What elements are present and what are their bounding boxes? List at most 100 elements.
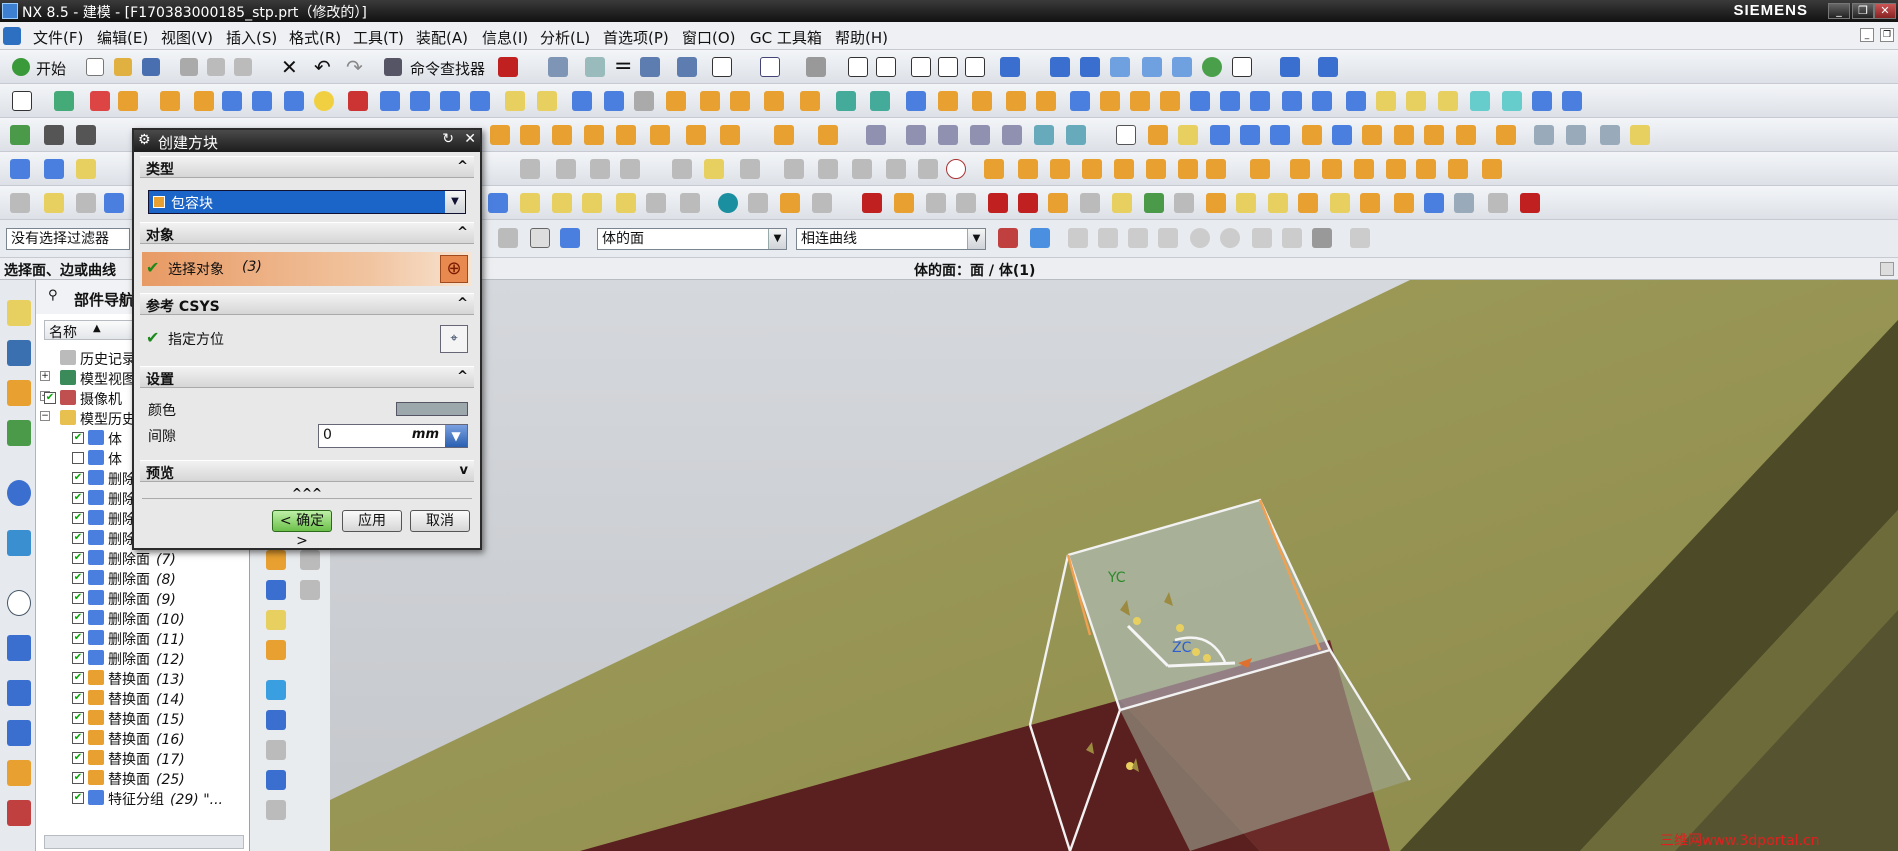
circle-icon[interactable]: [946, 159, 966, 179]
toolbar-icon[interactable]: [266, 580, 286, 600]
toolbar-icon[interactable]: [1438, 91, 1458, 111]
csys-icon[interactable]: ⌖: [440, 325, 468, 353]
snap-icon[interactable]: [1190, 228, 1210, 248]
save-icon[interactable]: [142, 58, 160, 76]
toolbar-icon[interactable]: [585, 57, 605, 77]
equal-icon[interactable]: =: [614, 54, 632, 79]
select-icon[interactable]: [1030, 228, 1050, 248]
menu-window[interactable]: 窗口(O): [682, 27, 736, 48]
toolbar-icon[interactable]: [1482, 159, 1502, 179]
toolbar-icon[interactable]: [76, 125, 96, 145]
toolbar-icon[interactable]: [1270, 125, 1290, 145]
snap-icon[interactable]: [1312, 228, 1332, 248]
toolbar-icon[interactable]: [1202, 57, 1222, 77]
toolbar-icon[interactable]: [1362, 125, 1382, 145]
constraint-navigator-icon[interactable]: [7, 340, 31, 366]
visibility-checkbox[interactable]: ✔: [72, 652, 84, 664]
toolbar-icon[interactable]: [1496, 125, 1516, 145]
toolbar-icon[interactable]: [1424, 125, 1444, 145]
toolbar-icon[interactable]: [582, 193, 602, 213]
open-folder-icon[interactable]: [114, 58, 132, 76]
toolbar-icon[interactable]: [836, 91, 856, 111]
toolbar-icon[interactable]: [1206, 159, 1226, 179]
visibility-checkbox[interactable]: ✔: [72, 692, 84, 704]
toolbar-icon[interactable]: [548, 57, 568, 77]
reuse-library-icon[interactable]: [7, 420, 31, 446]
toolbar-icon[interactable]: [988, 193, 1008, 213]
toolbar-icon[interactable]: [764, 91, 784, 111]
toolbar-icon[interactable]: [686, 125, 706, 145]
visibility-checkbox[interactable]: ✔: [44, 392, 56, 404]
toolbar-icon[interactable]: [76, 159, 96, 179]
doc-restore-button[interactable]: ❐: [1880, 28, 1894, 42]
toolbar-icon[interactable]: [10, 159, 30, 179]
toolbar-icon[interactable]: [806, 57, 826, 77]
toolbar-icon[interactable]: [584, 125, 604, 145]
toolbar-icon[interactable]: [1144, 193, 1164, 213]
toolbar-icon[interactable]: [616, 193, 636, 213]
reset-icon[interactable]: ↻: [442, 131, 454, 147]
toolbar-icon[interactable]: [818, 159, 838, 179]
toolbar-icon[interactable]: [748, 193, 768, 213]
visibility-checkbox[interactable]: ✔: [72, 532, 84, 544]
visibility-checkbox[interactable]: ✔: [72, 512, 84, 524]
toolbar-icon[interactable]: [926, 193, 946, 213]
toolbar-icon[interactable]: [266, 770, 286, 790]
toolbar-icon[interactable]: [1312, 91, 1332, 111]
toolbar-icon[interactable]: [1318, 57, 1338, 77]
csys-section-header[interactable]: 参考 CSYS ^: [140, 293, 474, 315]
toolbar-icon[interactable]: [505, 91, 525, 111]
toolbar-icon[interactable]: [1236, 193, 1256, 213]
visibility-checkbox[interactable]: ✔: [72, 712, 84, 724]
toolbar-icon[interactable]: [470, 91, 490, 111]
model-scene[interactable]: YC ZC 三维网www.3dportal.cn: [330, 280, 1898, 851]
toolbar-icon[interactable]: [1100, 91, 1120, 111]
toolbar-icon[interactable]: [1250, 91, 1270, 111]
toolbar-icon[interactable]: [1280, 57, 1300, 77]
toolbar-icon[interactable]: [1250, 159, 1270, 179]
toolbar-icon[interactable]: [1630, 125, 1650, 145]
toolbar-icon[interactable]: [1206, 193, 1226, 213]
toolbar-icon[interactable]: [918, 159, 938, 179]
expand-icon[interactable]: +: [40, 371, 50, 381]
menu-help[interactable]: 帮助(H): [835, 27, 888, 48]
toolbar-icon[interactable]: [1302, 125, 1322, 145]
menu-preferences[interactable]: 首选项(P): [603, 27, 669, 48]
select-icon[interactable]: [498, 228, 518, 248]
visibility-checkbox[interactable]: ✔: [72, 592, 84, 604]
toolbar-icon[interactable]: [537, 91, 557, 111]
history-icon[interactable]: [7, 530, 31, 556]
toolbar-icon[interactable]: [730, 91, 750, 111]
toolbar-icon[interactable]: [1174, 193, 1194, 213]
toolbar-icon[interactable]: [1360, 193, 1380, 213]
specify-orientation-row[interactable]: ✔ 指定方位 ⌖: [142, 322, 472, 356]
toolbar-icon[interactable]: [1394, 125, 1414, 145]
toolbar-icon[interactable]: [490, 125, 510, 145]
toolbar-icon[interactable]: [1376, 91, 1396, 111]
toolbar-icon[interactable]: [956, 193, 976, 213]
toolbar-icon[interactable]: [266, 640, 286, 660]
visibility-checkbox[interactable]: ✔: [72, 432, 84, 444]
tree-row[interactable]: ✔ 替换面 (25): [36, 768, 250, 788]
toolbar-icon[interactable]: [1130, 91, 1150, 111]
visibility-checkbox[interactable]: ✔: [72, 772, 84, 784]
menu-file[interactable]: 文件(F): [33, 27, 83, 48]
toolbar-icon[interactable]: [590, 159, 610, 179]
system-scene-icon[interactable]: [7, 800, 31, 826]
shaded-view-icon[interactable]: [1000, 57, 1020, 77]
select-icon[interactable]: [560, 228, 580, 248]
toolbar-icon[interactable]: [677, 57, 697, 77]
type-dropdown[interactable]: 包容块 ▼: [148, 190, 466, 214]
snap-icon[interactable]: [1350, 228, 1370, 248]
select-icon[interactable]: [530, 228, 550, 248]
copy-icon[interactable]: [207, 58, 225, 76]
cut-icon[interactable]: [180, 58, 198, 76]
command-finder-button[interactable]: 命令查找器: [410, 58, 485, 79]
snap-icon[interactable]: [1220, 228, 1240, 248]
tree-row[interactable]: ✔ 替换面 (14): [36, 688, 250, 708]
toolbar-icon[interactable]: [1562, 91, 1582, 111]
toolbar-icon[interactable]: [1116, 125, 1136, 145]
toolbar-icon[interactable]: [410, 91, 430, 111]
sphere-icon[interactable]: [314, 91, 334, 111]
paste-icon[interactable]: [234, 58, 252, 76]
